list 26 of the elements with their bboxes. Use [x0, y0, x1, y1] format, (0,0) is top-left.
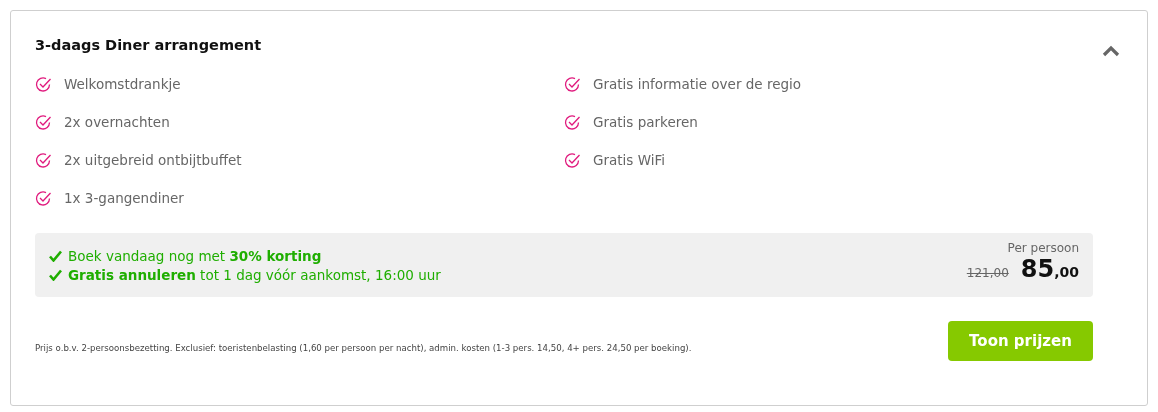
check-circle-icon [564, 75, 581, 93]
offer-text: Gratis annuleren tot 1 dag vóór aankomst, 16:00 uur [68, 266, 441, 283]
check-circle-icon [35, 113, 52, 131]
feature-text: 2x overnachten [64, 114, 170, 130]
checkmark-icon [49, 268, 62, 281]
price-cents: ,00 [1054, 264, 1079, 280]
price-label: Per persoon [1007, 241, 1079, 255]
package-title: 3-daags Diner arrangement [35, 37, 262, 53]
collapse-button[interactable] [1101, 44, 1121, 58]
check-circle-icon [564, 151, 581, 169]
price: 85 [1020, 255, 1055, 283]
feature-text: 2x uitgebreid ontbijtbuffet [64, 152, 242, 168]
checkmark-icon [49, 249, 62, 262]
feature-text: 1x 3-gangendiner [64, 190, 184, 206]
offer-text: Boek vandaag nog met 30% korting [68, 247, 322, 264]
check-circle-icon [564, 113, 581, 131]
price-footnote: Prijs o.b.v. 2-persoonsbezetting. Exclusief: toeristenbelasting (1,60 per persoon per nacht), admin. kosten (1-3 pers. 14,50, 4+ pers. 24,50 per boeking). [35, 343, 692, 353]
show-prices-button[interactable]: Toon prijzen [948, 321, 1093, 361]
check-circle-icon [35, 189, 52, 207]
check-circle-icon [35, 75, 52, 93]
feature-text: Gratis parkeren [593, 114, 698, 130]
old-price: 121,00 [966, 266, 1009, 280]
feature-text: Welkomstdrankje [64, 76, 181, 92]
feature-text: Gratis WiFi [593, 152, 665, 168]
feature-text: Gratis informatie over de regio [593, 76, 802, 92]
check-circle-icon [35, 151, 52, 169]
